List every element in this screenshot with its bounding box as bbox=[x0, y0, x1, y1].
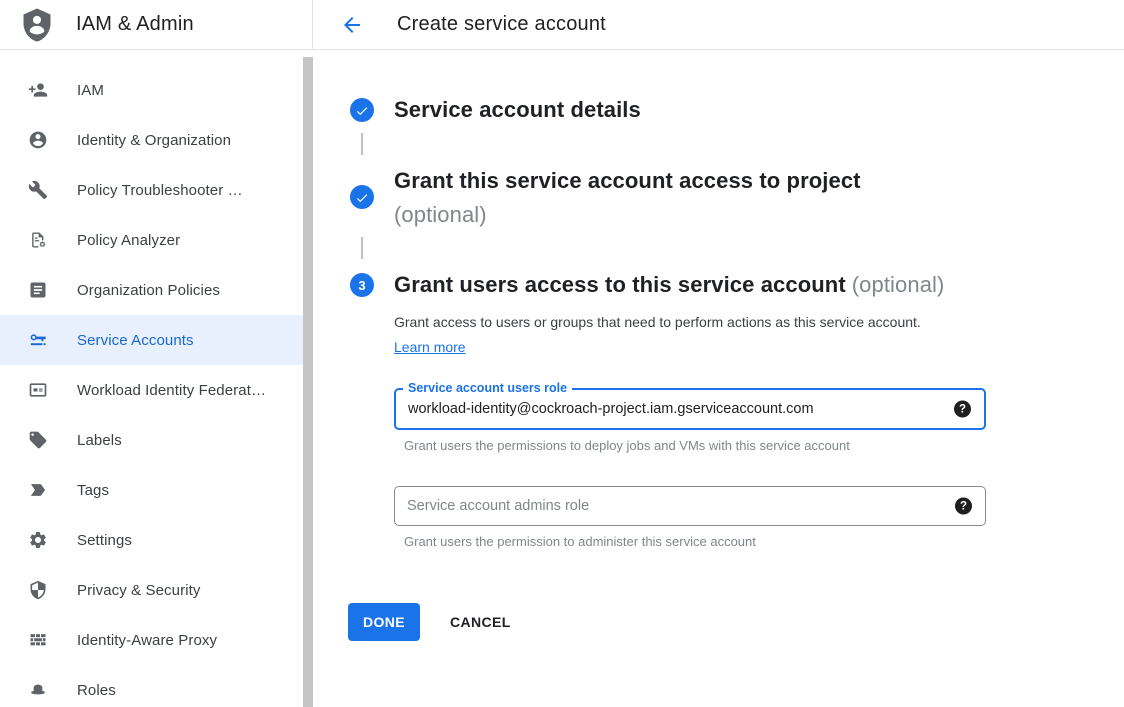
page-header: Create service account bbox=[313, 0, 1124, 50]
help-icon[interactable]: ? bbox=[954, 401, 971, 418]
sidebar-item-identity-organization[interactable]: Identity & Organization bbox=[0, 115, 313, 165]
id-card-icon bbox=[28, 380, 48, 400]
sidebar-nav: IAM Identity & Organization Policy Trouble… bbox=[0, 50, 313, 707]
brick-wall-icon bbox=[28, 630, 48, 650]
step-3-number: 3 bbox=[358, 278, 365, 293]
service-account-users-role-field: Service account users role ? bbox=[394, 388, 986, 430]
sidebar-item-label: Roles bbox=[77, 682, 116, 699]
step-2-check-circle bbox=[350, 185, 374, 209]
article-icon bbox=[28, 280, 48, 300]
sidebar-scrollbar-thumb[interactable] bbox=[303, 57, 313, 707]
cancel-button[interactable]: CANCEL bbox=[442, 603, 519, 641]
sidebar-item-settings[interactable]: Settings bbox=[0, 515, 313, 565]
sidebar: IAM & Admin IAM Identity & Organization Po… bbox=[0, 0, 313, 707]
sidebar-item-label: IAM bbox=[77, 82, 104, 99]
step-3-title-text: Grant users access to this service accou… bbox=[394, 272, 846, 297]
sidebar-item-organization-policies[interactable]: Organization Policies bbox=[0, 265, 313, 315]
sidebar-item-label: Labels bbox=[77, 432, 122, 449]
main-panel: Create service account Service account d… bbox=[313, 0, 1124, 707]
step-3-title: Grant users access to this service accou… bbox=[394, 271, 944, 299]
check-icon bbox=[355, 103, 369, 118]
sidebar-item-label: Organization Policies bbox=[77, 282, 220, 299]
gear-icon bbox=[28, 530, 48, 550]
step-2-title[interactable]: Grant this service account access to pro… bbox=[394, 167, 861, 195]
page-title: Create service account bbox=[397, 13, 606, 36]
sidebar-item-privacy-security[interactable]: Privacy & Security bbox=[0, 565, 313, 615]
step-3-description: Grant access to users or groups that nee… bbox=[394, 310, 946, 360]
admins-role-input[interactable] bbox=[395, 487, 985, 525]
wrench-icon bbox=[28, 180, 48, 200]
service-account-admins-role-field: ? bbox=[394, 486, 986, 526]
admins-role-helper-text: Grant users the permission to administer… bbox=[404, 534, 756, 550]
wizard-content: Service account details Grant this servi… bbox=[313, 50, 1124, 707]
learn-more-link[interactable]: Learn more bbox=[394, 339, 466, 355]
iam-admin-shield-icon bbox=[19, 5, 55, 45]
back-arrow-icon[interactable] bbox=[340, 13, 364, 37]
step-3-number-circle: 3 bbox=[350, 273, 374, 297]
person-add-icon bbox=[28, 80, 48, 100]
policy-analyzer-icon bbox=[28, 230, 48, 250]
sidebar-item-label: Policy Troubleshooter … bbox=[77, 182, 243, 199]
sidebar-header: IAM & Admin bbox=[0, 0, 313, 50]
service-account-key-icon bbox=[28, 330, 48, 350]
sidebar-item-label: Policy Analyzer bbox=[77, 232, 180, 249]
sidebar-item-policy-analyzer[interactable]: Policy Analyzer bbox=[0, 215, 313, 265]
sidebar-item-labels[interactable]: Labels bbox=[0, 415, 313, 465]
step-1-title[interactable]: Service account details bbox=[394, 96, 641, 124]
help-icon[interactable]: ? bbox=[955, 498, 972, 515]
step-2-optional-label: (optional) bbox=[394, 201, 487, 229]
step-connector bbox=[361, 133, 363, 155]
sidebar-item-roles[interactable]: Roles bbox=[0, 665, 313, 707]
description-text: Grant access to users or groups that nee… bbox=[394, 314, 921, 330]
step-connector bbox=[361, 237, 363, 259]
step-3-optional-label: (optional) bbox=[852, 272, 945, 297]
sidebar-item-label: Workload Identity Federat… bbox=[77, 382, 266, 399]
hat-icon bbox=[28, 680, 48, 700]
app-window: IAM & Admin IAM Identity & Organization Po… bbox=[0, 0, 1124, 707]
sidebar-item-identity-aware-proxy[interactable]: Identity-Aware Proxy bbox=[0, 615, 313, 665]
sidebar-title: IAM & Admin bbox=[76, 13, 194, 36]
users-role-floating-label: Service account users role bbox=[403, 381, 572, 396]
sidebar-item-label: Identity-Aware Proxy bbox=[77, 632, 217, 649]
sidebar-item-iam[interactable]: IAM bbox=[0, 65, 313, 115]
label-tag-icon bbox=[28, 430, 48, 450]
done-button[interactable]: DONE bbox=[348, 603, 420, 641]
users-role-helper-text: Grant users the permissions to deploy jo… bbox=[404, 438, 850, 454]
sidebar-item-workload-identity-federat[interactable]: Workload Identity Federat… bbox=[0, 365, 313, 415]
account-circle-icon bbox=[28, 130, 48, 150]
check-icon bbox=[355, 190, 369, 205]
shield-half-icon bbox=[28, 580, 48, 600]
sidebar-item-service-accounts[interactable]: Service Accounts bbox=[0, 315, 313, 365]
sidebar-item-tags[interactable]: Tags bbox=[0, 465, 313, 515]
label-important-icon bbox=[28, 480, 48, 500]
sidebar-item-label: Privacy & Security bbox=[77, 582, 201, 599]
sidebar-item-policy-troubleshooter[interactable]: Policy Troubleshooter … bbox=[0, 165, 313, 215]
sidebar-item-label: Service Accounts bbox=[77, 332, 194, 349]
sidebar-item-label: Tags bbox=[77, 482, 109, 499]
step-1-check-circle bbox=[350, 98, 374, 122]
sidebar-item-label: Identity & Organization bbox=[77, 132, 231, 149]
sidebar-item-label: Settings bbox=[77, 532, 132, 549]
